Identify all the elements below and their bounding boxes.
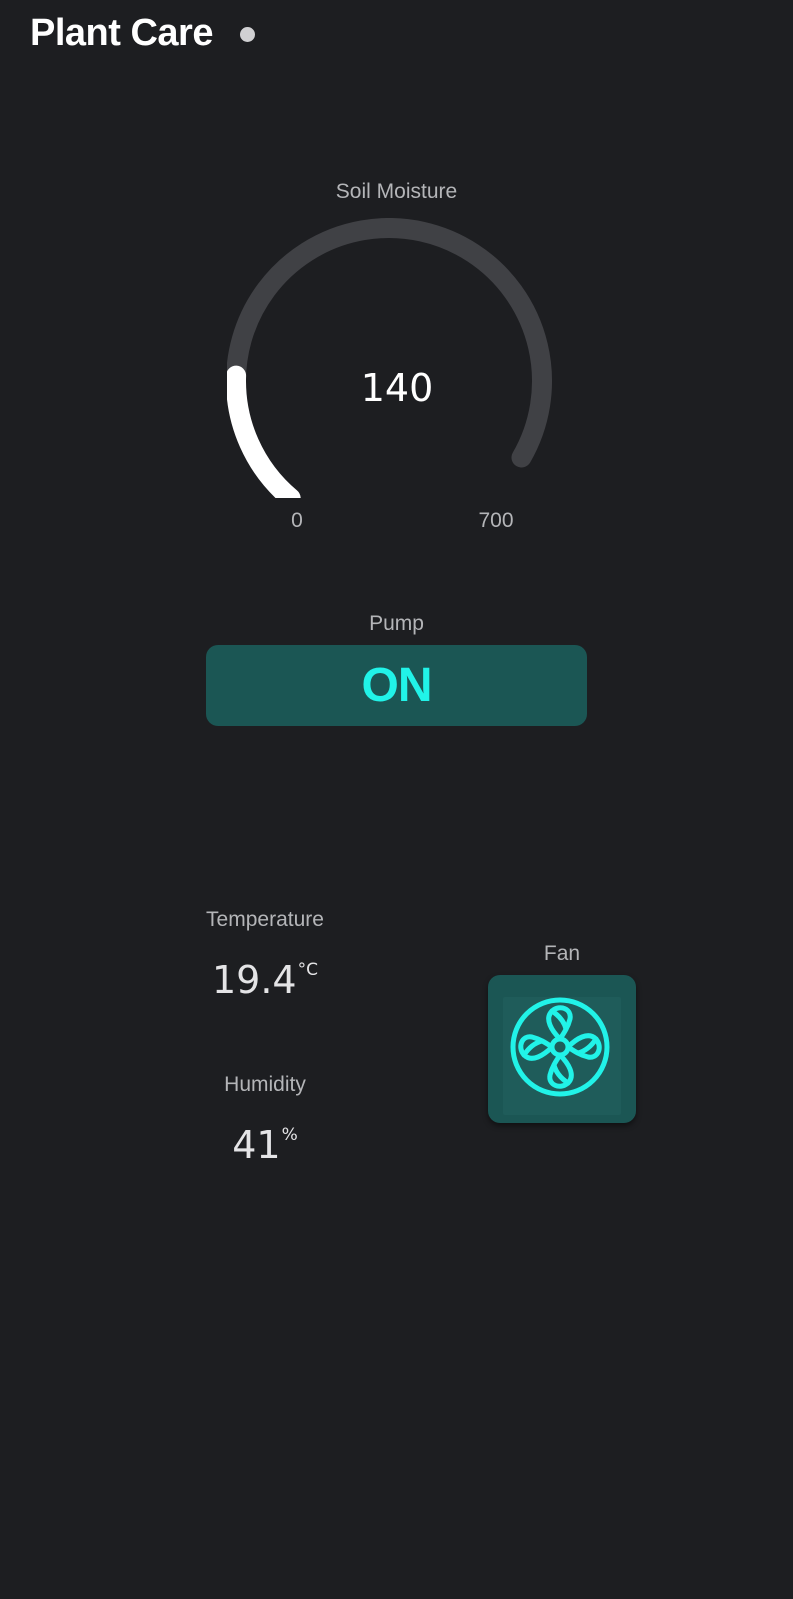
humidity-label: Humidity	[224, 1073, 306, 1096]
pump-label: Pump	[369, 612, 424, 635]
pump-state-text: ON	[361, 659, 433, 712]
app-screen: Plant Care Soil Moisture 140 0 700 Pump …	[0, 0, 793, 1599]
pump-toggle-button[interactable]: ON	[206, 645, 587, 726]
temperature-unit: °C	[297, 960, 318, 980]
soil-moisture-value: 140	[360, 366, 434, 410]
temperature-value: 19.4	[212, 958, 297, 1002]
fan-icon	[510, 997, 610, 1097]
fan-label: Fan	[543, 942, 581, 965]
soil-moisture-label: Soil Moisture	[335, 180, 458, 203]
temperature-label: Temperature	[206, 908, 324, 931]
soil-moisture-gauge	[227, 218, 552, 498]
humidity-value: 41	[232, 1123, 281, 1167]
temperature-readout: 19.4°C	[165, 958, 365, 1002]
gauge-max-label: 700	[478, 509, 514, 532]
connection-status-dot	[240, 27, 255, 42]
fan-toggle-button[interactable]	[488, 975, 636, 1123]
humidity-readout: 41%	[165, 1123, 365, 1167]
gauge-fill	[227, 365, 301, 498]
page-title: Plant Care	[30, 12, 213, 54]
gauge-min-label: 0	[291, 509, 303, 532]
gauge-track	[227, 218, 552, 498]
humidity-unit: %	[281, 1125, 298, 1145]
